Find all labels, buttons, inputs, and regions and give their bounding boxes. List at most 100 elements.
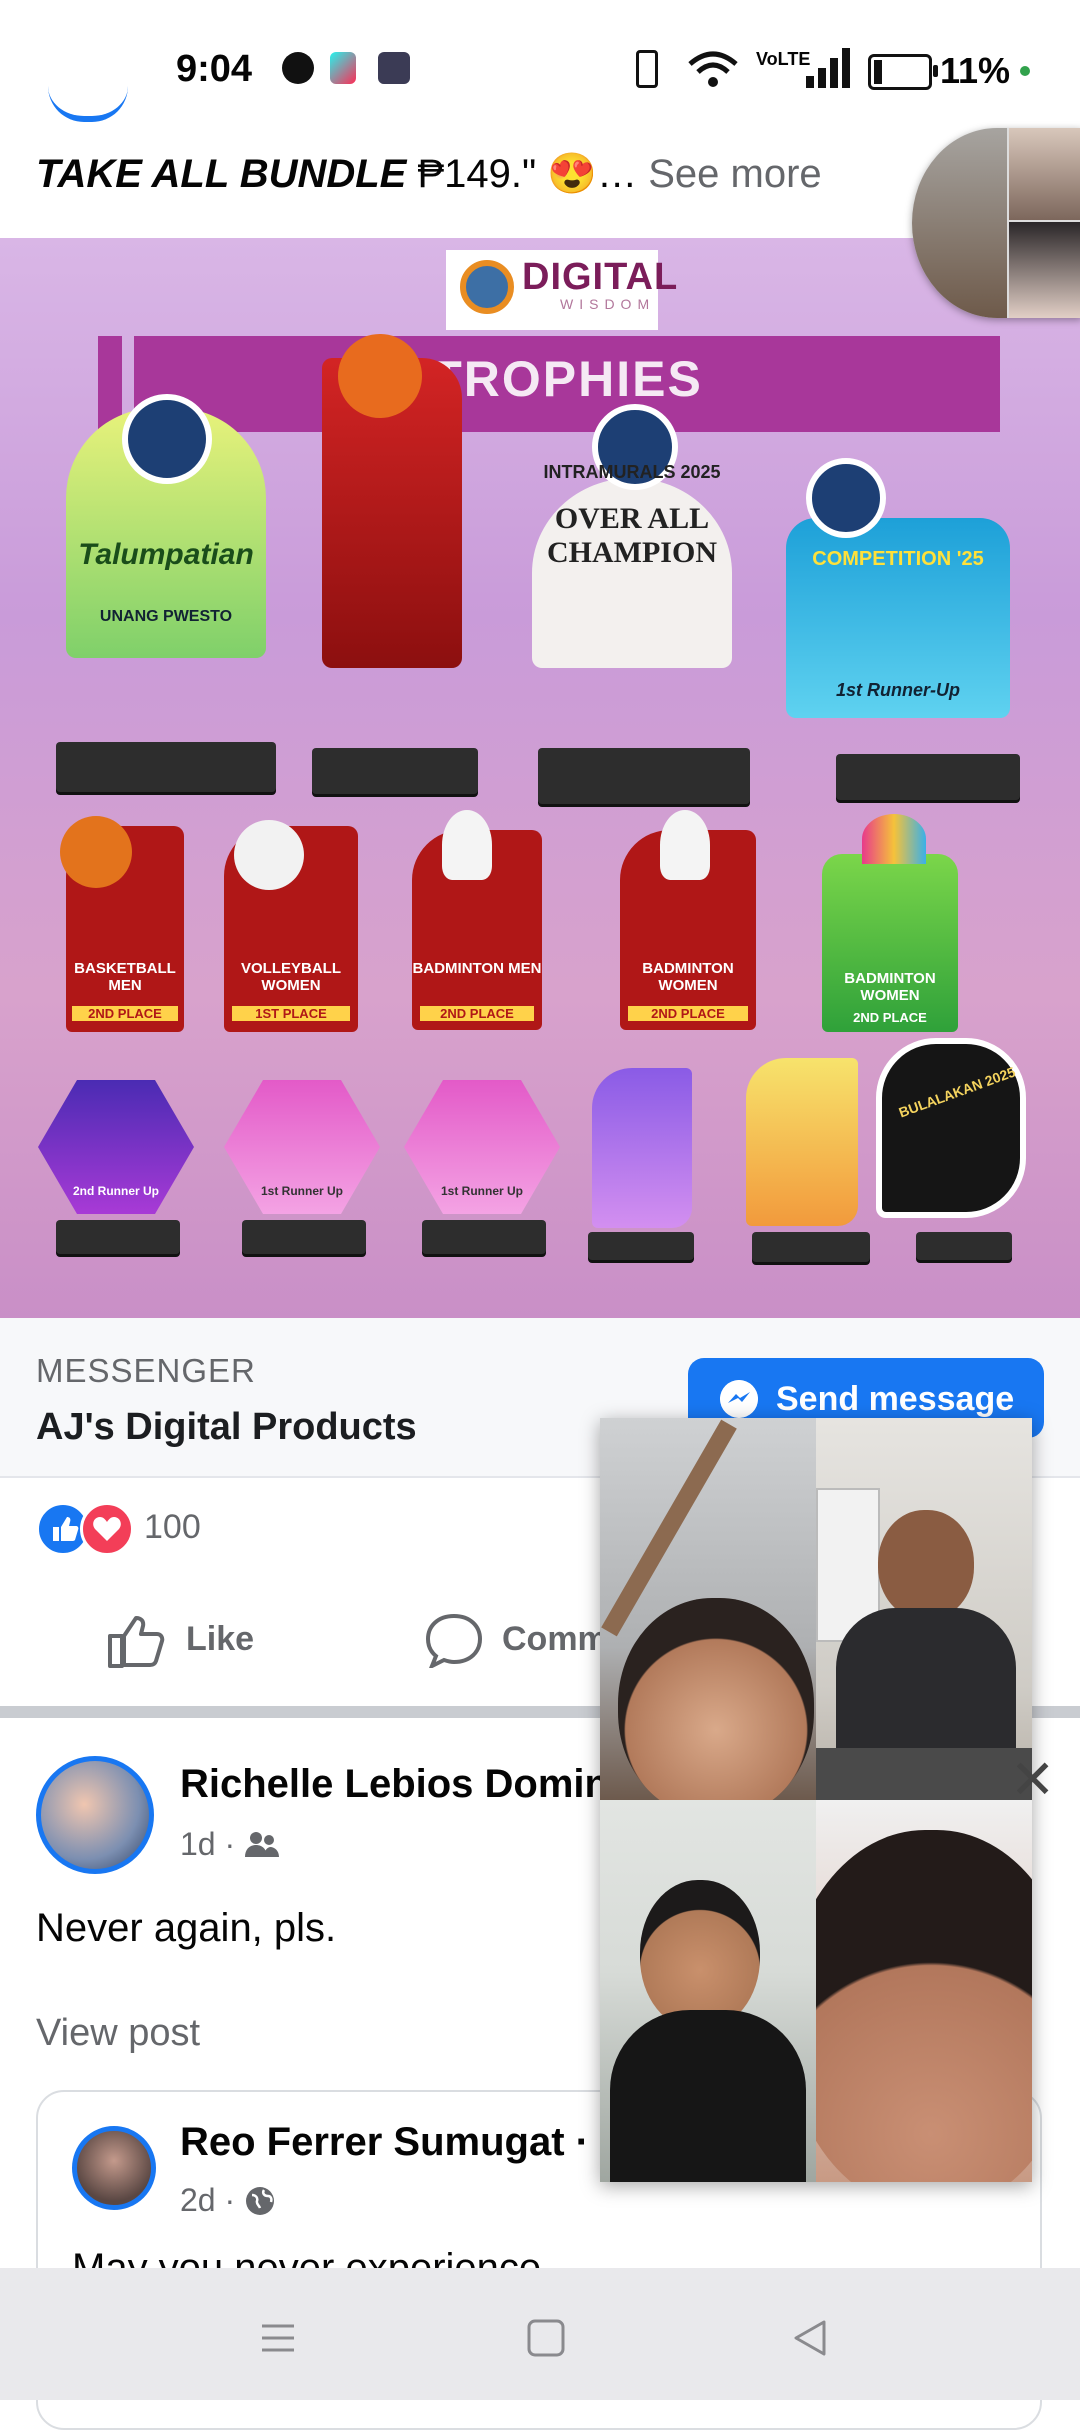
trophy-appreciation-purple [592, 1068, 692, 1228]
trophy-talumpatian: Talumpatian UNANG PWESTO [66, 394, 266, 658]
trophy-appreciation-yellow [746, 1058, 858, 1226]
video-tile-4[interactable] [816, 1800, 1032, 2182]
trophy-sublabel: UNANG PWESTO [99, 608, 233, 625]
shared-author-dot: · [575, 2120, 589, 2164]
view-post-link[interactable]: View post [36, 2012, 200, 2055]
messenger-icon [720, 1380, 758, 1418]
shared-post-author[interactable]: Reo Ferrer Sumugat · [180, 2120, 589, 2165]
tiktok-icon [330, 52, 356, 84]
trophy-place: 2ND PLACE [628, 1006, 748, 1021]
like-button[interactable]: Like [186, 1620, 254, 1659]
trophy-base [312, 748, 478, 794]
avatar[interactable] [36, 1756, 154, 1874]
caption-bold: TAKE ALL BUNDLE [36, 152, 407, 196]
messenger-icon [282, 52, 314, 84]
trophy-label: COMPETITION '25 [812, 548, 984, 570]
trophy-cheerdance: COMPETITION '25 1st Runner-Up [786, 458, 1010, 718]
school-seal-icon [122, 394, 212, 484]
trophy-basketball-men: BASKETBALL MEN 2ND PLACE [60, 816, 184, 1032]
trophy-label: Talumpatian [78, 538, 254, 571]
trophy-badminton-women-green: BADMINTON WOMEN 2ND PLACE [822, 814, 958, 1032]
trophy-base [588, 1232, 694, 1260]
trophy-place: 2ND PLACE [853, 1010, 927, 1025]
trophy-place: 2ND PLACE [420, 1006, 534, 1021]
participant-face [878, 1510, 974, 1620]
profile-ring-partial [48, 86, 128, 122]
school-seal-icon [806, 458, 886, 538]
video-tile-1[interactable] [600, 1418, 816, 1800]
send-message-label: Send message [776, 1380, 1015, 1418]
shuttlecock-icon [442, 810, 492, 880]
trophy-base [836, 754, 1020, 800]
battery-icon [868, 54, 938, 90]
trophy-base [916, 1232, 1012, 1260]
trophy-base [242, 1220, 366, 1254]
menu-icon[interactable] [258, 2318, 298, 2358]
battery-percent: 11% [940, 50, 1011, 91]
active-dot [1020, 66, 1030, 76]
participant-face [640, 1880, 760, 2030]
chat-head-photo-3 [1009, 222, 1080, 318]
vibrate-icon [636, 50, 658, 88]
basketball-icon [60, 816, 132, 888]
post-author[interactable]: Richelle Lebios Domin [180, 1762, 609, 1807]
video-tile-3[interactable] [600, 1800, 816, 2182]
participant-body [610, 2010, 806, 2182]
trophy-label: 2nd Runner Up [73, 1184, 159, 1198]
post-meta: 1d · [180, 1826, 280, 1863]
chat-head-photo-1 [912, 128, 1007, 318]
post-image[interactable]: DIGITAL WISDOM TROPHIES Talumpatian UNAN… [0, 238, 1080, 1318]
post-time[interactable]: 1d [180, 1826, 216, 1862]
home-icon[interactable] [526, 2318, 566, 2358]
trophy-miss-gay: BULALAKAN 2025 [876, 1038, 1026, 1218]
trophy-label: BASKETBALL MEN [74, 960, 176, 994]
trophy-label: 1st Runner Up [440, 1184, 523, 1198]
trophy-badminton-women-red: BADMINTON WOMEN 2ND PLACE [620, 810, 756, 1030]
banner-title: TROPHIES [431, 351, 703, 407]
post-caption[interactable]: TAKE ALL BUNDLE ₱149." 😍… See more [36, 150, 822, 197]
shared-post-meta: 2d · [180, 2182, 276, 2219]
trophy-appreciation [322, 334, 462, 668]
trophy-label: OVER ALL CHAMPION [547, 502, 717, 569]
trophy-label: BULALAKAN 2025 [896, 1063, 1018, 1121]
avatar[interactable] [72, 2126, 156, 2210]
jersey-print [670, 2100, 780, 2140]
app-icon [378, 52, 410, 84]
love-reaction-icon [80, 1502, 134, 1556]
trophy-place: 1ST PLACE [232, 1006, 350, 1021]
trophy-label: BADMINTON MEN [412, 960, 542, 977]
page-name[interactable]: AJ's Digital Products [36, 1406, 417, 1449]
globe-icon [246, 2187, 275, 2215]
volte-icon: VoLTE [756, 49, 811, 69]
like-icon[interactable] [106, 1612, 168, 1670]
caption-rest: ₱149." 😍… [406, 152, 638, 196]
trophy-base [538, 748, 750, 804]
trophy-label: VOLLEYBALL WOMEN [241, 960, 341, 994]
basketball-icon [338, 334, 422, 418]
shared-author-name: Reo Ferrer Sumugat [180, 2120, 565, 2164]
shuttlecock-icon [660, 810, 710, 880]
see-more-link[interactable]: See more [648, 152, 821, 196]
trophy-overall: INTRAMURALS 2025 OVER ALL CHAMPION [532, 404, 732, 668]
chat-head-bubble[interactable] [912, 128, 1080, 318]
trophy-label: BADMINTON WOMEN [844, 970, 936, 1004]
trophy-sublabel: 1st Runner-Up [835, 680, 960, 700]
trophy-label: INTRAMURALS 2025 [543, 462, 721, 482]
shared-post-time[interactable]: 2d [180, 2182, 216, 2218]
keyboard [816, 1748, 1032, 1800]
feather-icon [862, 814, 926, 864]
reaction-count[interactable]: 100 [144, 1508, 201, 1547]
comment-button[interactable]: Comm [502, 1620, 608, 1659]
cta-kicker: MESSENGER [36, 1352, 256, 1389]
comment-icon[interactable] [424, 1612, 484, 1668]
back-icon[interactable] [790, 2318, 830, 2358]
participant-face [816, 1830, 1032, 2182]
trophy-pageant-1: 2nd Runner Up [38, 1080, 194, 1214]
close-icon[interactable]: ✕ [1010, 1748, 1055, 1811]
video-call-overlay[interactable] [600, 1418, 1032, 2182]
trophy-volleyball-women: VOLLEYBALL WOMEN 1ST PLACE [224, 820, 358, 1032]
video-tile-2[interactable] [816, 1418, 1032, 1800]
trophy-badminton-men: BADMINTON MEN 2ND PLACE [412, 810, 542, 1030]
trophy-base [56, 742, 276, 792]
gear-icon [460, 260, 514, 314]
